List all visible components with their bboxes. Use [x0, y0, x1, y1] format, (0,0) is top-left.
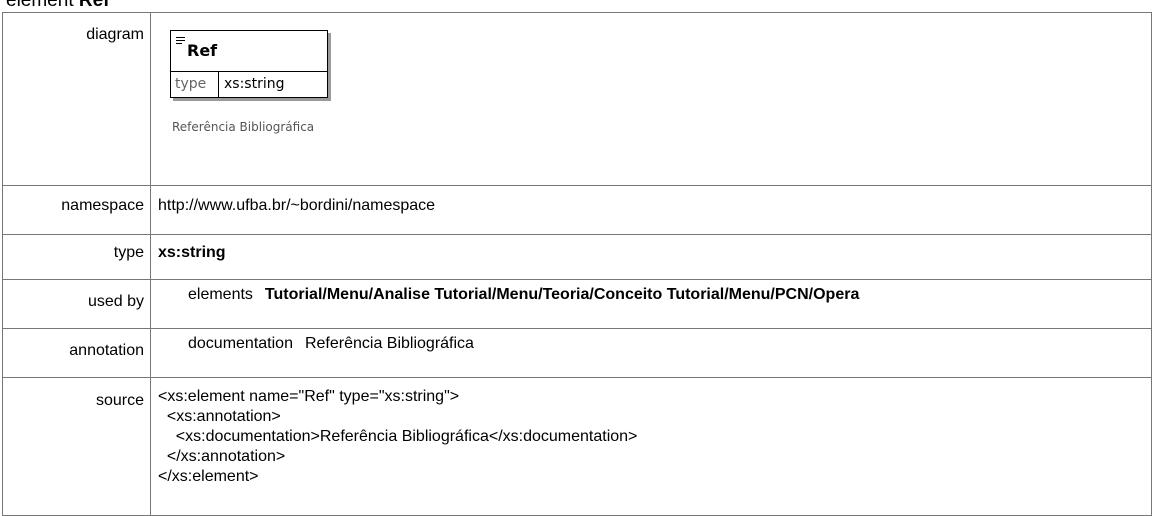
source-line: <xs:annotation>	[158, 408, 281, 425]
source-line: <xs:documentation>Referência Bibliográfi…	[158, 428, 638, 445]
row-annotation: annotation documentation Referência Bibli…	[2, 328, 1152, 378]
used-by-key: elements	[188, 286, 253, 303]
element-type-value: xs:string	[224, 76, 285, 92]
row-label-type: type	[2, 234, 151, 280]
element-type-key: type	[171, 72, 219, 97]
row-source: source <xs:element name="Ref" type="xs:s…	[2, 377, 1152, 516]
used-by-cell: elements Tutorial/Menu/Analise Tutorial/M…	[150, 279, 1152, 329]
row-namespace: namespace http://www.ufba.br/~bordini/na…	[2, 185, 1152, 235]
source-line: <xs:element name="Ref" type="xs:string">	[158, 388, 460, 405]
type-value[interactable]: xs:string	[158, 244, 226, 261]
row-label-source: source	[2, 377, 151, 516]
diagram-cell: Ref type xs:string Referência Bibliográf…	[150, 12, 1152, 186]
element-caption: Referência Bibliográfica	[172, 120, 315, 134]
element-box[interactable]: Ref type xs:string	[170, 30, 328, 98]
type-value-cell: xs:string	[150, 234, 1152, 280]
used-by-links[interactable]: Tutorial/Menu/Analise Tutorial/Menu/Teor…	[265, 286, 859, 303]
diagram-area: Ref type xs:string Referência Bibliográf…	[158, 13, 1151, 173]
row-label-diagram: diagram	[2, 12, 151, 186]
element-doc-table: diagram Ref type xs:string Referência Bi…	[2, 12, 1152, 516]
element-box-name: Ref	[187, 41, 218, 60]
element-type-row: type xs:string	[171, 71, 327, 97]
annotation-pair: documentation Referência Bibliográfica	[158, 334, 474, 354]
page-heading-prefix: element	[6, 0, 74, 11]
row-label-used-by: used by	[2, 279, 151, 329]
element-icon	[176, 37, 185, 46]
source-cell: <xs:element name="Ref" type="xs:string">…	[150, 377, 1152, 516]
page-heading-name: Ref	[78, 0, 110, 11]
row-used-by: used by elements Tutorial/Menu/Analise Tu…	[2, 279, 1152, 329]
used-by-pair: elements Tutorial/Menu/Analise Tutorial/M…	[158, 285, 859, 305]
row-label-annotation: annotation	[2, 328, 151, 378]
source-line: </xs:element>	[158, 468, 259, 485]
source-line: </xs:annotation>	[158, 448, 286, 465]
row-label-namespace: namespace	[2, 185, 151, 235]
annotation-key: documentation	[188, 335, 293, 352]
annotation-value: Referência Bibliográfica	[304, 335, 474, 352]
page-heading: element Ref	[6, 0, 110, 11]
namespace-value: http://www.ufba.br/~bordini/namespace	[150, 185, 1152, 235]
row-diagram: diagram Ref type xs:string Referência Bi…	[2, 12, 1152, 186]
annotation-cell: documentation Referência Bibliográfica	[150, 328, 1152, 378]
row-type: type xs:string	[2, 234, 1152, 280]
